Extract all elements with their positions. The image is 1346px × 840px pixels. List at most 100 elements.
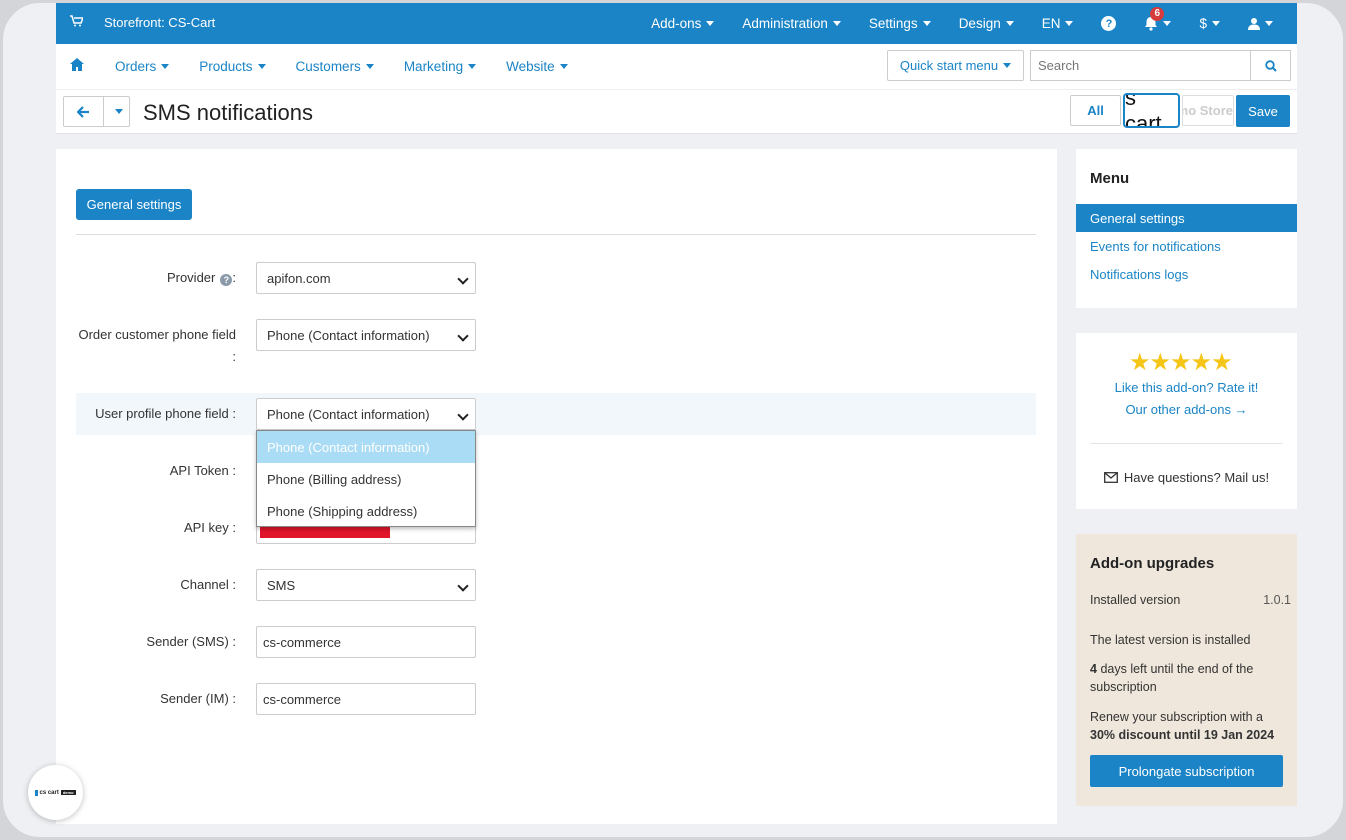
cs-cart-logo-text: cs cart <box>39 789 59 796</box>
home-icon[interactable] <box>70 58 86 74</box>
chevron-down-icon <box>115 109 123 114</box>
all-button[interactable]: All <box>1070 95 1121 126</box>
nav-products[interactable]: Products <box>199 59 266 74</box>
search-input[interactable] <box>1031 51 1250 80</box>
order-phone-label-text: Order customer phone field <box>78 327 236 342</box>
provider-colon: : <box>232 270 236 285</box>
menu-title: Menu <box>1090 170 1130 187</box>
nav-customers-label: Customers <box>295 59 361 74</box>
user-phone-select[interactable]: Phone (Contact information) <box>256 398 476 430</box>
upgrades-title: Add-on upgrades <box>1090 555 1215 572</box>
language-selector[interactable]: EN <box>1042 16 1074 31</box>
nav-customers[interactable]: Customers <box>296 59 374 74</box>
page-title: SMS notifications <box>143 100 313 125</box>
chevron-down-icon <box>1065 21 1074 26</box>
nav-marketing-label: Marketing <box>403 59 464 74</box>
sidebar-item-events[interactable]: Events for notifications <box>1076 232 1297 260</box>
redaction-bar <box>260 527 390 538</box>
currency-label: $ <box>1199 16 1207 31</box>
chevron-down-icon <box>257 64 266 69</box>
help-button[interactable]: ? <box>1101 16 1117 31</box>
dropdown-option[interactable]: Phone (Billing address) <box>257 463 475 495</box>
quick-start-label: Quick start menu <box>899 58 999 73</box>
provider-value: apifon.com <box>267 270 331 286</box>
sender-im-value: cs-commerce <box>263 691 342 707</box>
latest-version-status: The latest version is installed <box>1090 633 1251 647</box>
days-left-number: 4 <box>1090 662 1097 676</box>
api-key-label: API key : <box>183 520 236 535</box>
days-left-text: 4 days left until the end of the subscri… <box>1090 660 1290 696</box>
storefront-link[interactable]: Storefront: CS-Cart <box>70 15 215 30</box>
rate-card: ★★★★★ Like this add-on? Rate it! Our oth… <box>1076 333 1297 509</box>
notifications-button[interactable]: 6 <box>1144 7 1172 31</box>
title-bar: SMS notifications All s cart Demo Store … <box>56 90 1297 134</box>
provider-label: Provider?: <box>76 267 236 289</box>
dropdown-option[interactable]: Phone (Contact information) <box>257 431 475 463</box>
topnav-settings-label: Settings <box>868 16 918 31</box>
storefront-label: Storefront: CS-Cart <box>104 15 216 30</box>
notification-count-badge: 6 <box>1150 7 1165 21</box>
tab-general-settings[interactable]: General settings <box>76 189 192 220</box>
dropdown-option[interactable]: Phone (Shipping address) <box>257 495 475 527</box>
nav-orders[interactable]: Orders <box>115 59 170 74</box>
topnav-design[interactable]: Design <box>959 16 1014 31</box>
user-menu[interactable] <box>1248 17 1273 30</box>
topnav-addons[interactable]: Add-ons <box>651 16 715 31</box>
app-window: Storefront: CS-Cart Add-ons Administrati… <box>0 0 1346 840</box>
divider <box>76 234 1036 235</box>
sender-im-input[interactable]: cs-commerce <box>256 683 476 715</box>
provider-select[interactable]: apifon.com <box>256 262 476 294</box>
order-phone-value: Phone (Contact information) <box>267 327 430 343</box>
currency-selector[interactable]: $ <box>1199 16 1220 31</box>
chevron-down-icon <box>1163 21 1172 26</box>
sender-sms-input[interactable]: cs-commerce <box>256 626 476 658</box>
demo-store-button[interactable]: Demo Store <box>1182 95 1234 126</box>
main-nav: Orders Products Customers Marketing Webs… <box>56 44 1297 90</box>
sidebar-item-general-settings[interactable]: General settings <box>1076 204 1297 232</box>
renew-discount: 30% discount until 19 Jan 2024 <box>1090 728 1275 742</box>
history-dropdown-button[interactable] <box>104 97 129 126</box>
sidebar-item-logs[interactable]: Notifications logs <box>1076 260 1297 288</box>
topnav-settings[interactable]: Settings <box>869 16 931 31</box>
nav-products-label: Products <box>199 59 253 74</box>
rating-stars[interactable]: ★★★★★ <box>1129 348 1233 377</box>
search-button[interactable] <box>1250 51 1290 80</box>
chevron-down-icon <box>1265 21 1273 26</box>
channel-select[interactable]: SMS <box>256 569 476 601</box>
nav-website[interactable]: Website <box>506 59 568 74</box>
save-button[interactable]: Save <box>1236 95 1290 127</box>
mail-us-link[interactable]: Have questions? Mail us! <box>1076 470 1297 485</box>
quick-start-menu-button[interactable]: Quick start menu <box>887 50 1024 81</box>
settings-panel: General settings Provider?: apifon.com O… <box>56 149 1057 824</box>
user-phone-label: User profile phone field : <box>95 406 236 421</box>
provider-label-text: Provider <box>166 270 216 285</box>
nav-marketing[interactable]: Marketing <box>403 59 477 74</box>
other-addons-link[interactable]: Our other add-ons → <box>1076 402 1297 417</box>
channel-label: Channel : <box>180 577 236 592</box>
cs-cart-chat-bubble[interactable]: cs cart demo <box>28 765 83 820</box>
api-token-label: API Token : <box>169 463 236 478</box>
help-icon[interactable]: ? <box>220 274 233 286</box>
arrow-left-icon <box>77 105 89 118</box>
back-button[interactable] <box>64 97 104 126</box>
storefront-cart-button[interactable]: s cart <box>1123 93 1180 128</box>
nav-website-label: Website <box>506 59 555 74</box>
chevron-down-icon <box>922 21 931 26</box>
prolongate-subscription-button[interactable]: Prolongate subscription <box>1090 755 1283 787</box>
chevron-down-icon <box>559 64 568 69</box>
installed-version-label: Installed version <box>1090 593 1181 607</box>
topnav-administration[interactable]: Administration <box>742 16 841 31</box>
chevron-down-icon <box>706 21 715 26</box>
sender-sms-value: cs-commerce <box>263 634 342 650</box>
back-button-group <box>63 96 130 127</box>
user-phone-dropdown-list: Phone (Contact information) Phone (Billi… <box>256 430 476 527</box>
order-phone-select[interactable]: Phone (Contact information) <box>256 319 476 351</box>
order-phone-label: Order customer phone field: <box>76 324 236 368</box>
chevron-down-icon <box>1003 63 1012 68</box>
divider <box>1090 443 1283 444</box>
rate-link[interactable]: Like this add-on? Rate it! <box>1076 380 1297 395</box>
topnav-addons-label: Add-ons <box>651 16 702 31</box>
renew-label: Renew your subscription with a <box>1090 710 1263 724</box>
cs-cart-logo-tag: demo <box>60 790 76 795</box>
search-icon <box>1264 59 1277 72</box>
